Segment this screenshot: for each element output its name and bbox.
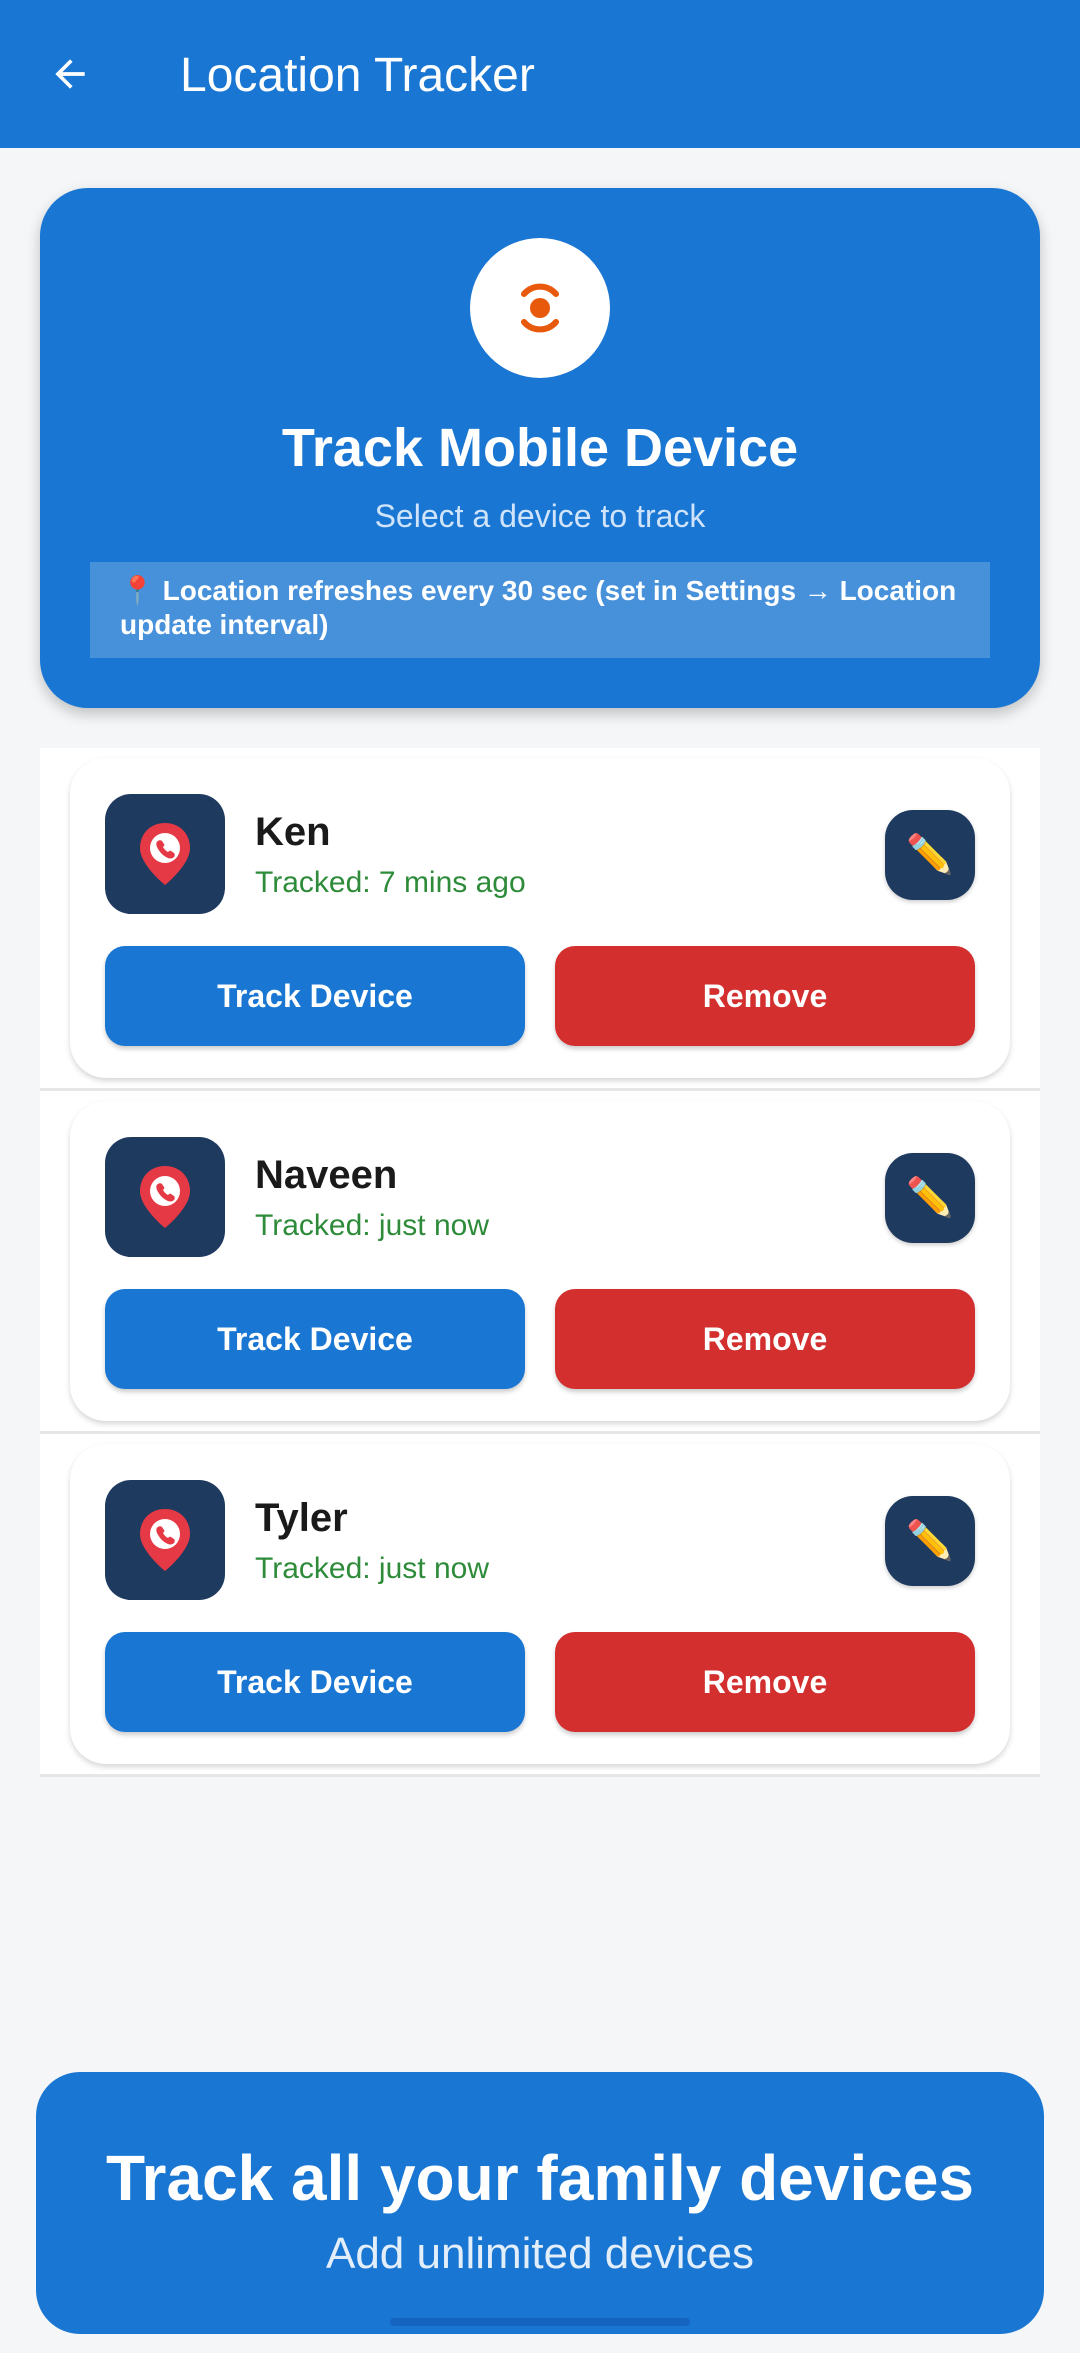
home-indicator bbox=[390, 2318, 690, 2326]
arrow-left-icon bbox=[55, 59, 85, 89]
device-avatar bbox=[105, 1480, 225, 1600]
edit-device-button[interactable]: ✏️ bbox=[885, 1153, 975, 1243]
back-button[interactable] bbox=[40, 44, 100, 104]
device-name: Naveen bbox=[255, 1153, 398, 1197]
remove-device-button[interactable]: Remove bbox=[555, 1632, 975, 1732]
device-status: Tracked: just now bbox=[255, 1209, 489, 1242]
app-bar: Location Tracker bbox=[0, 0, 1080, 148]
edit-device-button[interactable]: ✏️ bbox=[885, 810, 975, 900]
device-status: Tracked: 7 mins ago bbox=[255, 866, 526, 899]
pencil-icon: ✏️ bbox=[906, 834, 954, 876]
pencil-icon: ✏️ bbox=[906, 1177, 954, 1219]
pencil-icon: ✏️ bbox=[906, 1520, 954, 1562]
hero-title: Track Mobile Device bbox=[281, 418, 799, 478]
remove-device-button[interactable]: Remove bbox=[555, 1289, 975, 1389]
device-card: Tyler Tracked: just now ✏️ Track Device … bbox=[70, 1444, 1010, 1764]
promo-subtitle: Add unlimited devices bbox=[325, 2229, 754, 2278]
hero-icon-circle bbox=[470, 238, 610, 378]
hero-card: Track Mobile Device Select a device to t… bbox=[40, 188, 1040, 708]
list-divider bbox=[40, 1774, 1040, 1777]
track-device-button[interactable]: Track Device bbox=[105, 1289, 525, 1389]
promo-title: Track all your family devices bbox=[105, 2142, 975, 2214]
page-title: Location Tracker bbox=[180, 49, 535, 102]
track-device-button[interactable]: Track Device bbox=[105, 1632, 525, 1732]
list-divider bbox=[40, 1088, 1040, 1091]
promo-banner[interactable]: Track all your family devices Add unlimi… bbox=[36, 2072, 1044, 2334]
hero-subtitle: Select a device to track bbox=[374, 498, 706, 534]
phone-location-pin-icon bbox=[140, 1166, 190, 1228]
phone-location-pin-icon bbox=[140, 1509, 190, 1571]
target-tracking-icon bbox=[521, 283, 559, 333]
device-card: Naveen Tracked: just now ✏️ Track Device… bbox=[70, 1101, 1010, 1421]
device-status: Tracked: just now bbox=[255, 1552, 489, 1585]
device-name: Tyler bbox=[255, 1496, 348, 1540]
refresh-info-note: 📍 Location refreshes every 30 sec (set i… bbox=[90, 562, 990, 658]
list-divider bbox=[40, 1431, 1040, 1434]
device-card: Ken Tracked: 7 mins ago ✏️ Track Device … bbox=[70, 758, 1010, 1078]
edit-device-button[interactable]: ✏️ bbox=[885, 1496, 975, 1586]
phone-location-pin-icon bbox=[140, 823, 190, 885]
device-name: Ken bbox=[255, 810, 331, 854]
track-device-button[interactable]: Track Device bbox=[105, 946, 525, 1046]
remove-device-button[interactable]: Remove bbox=[555, 946, 975, 1046]
device-avatar bbox=[105, 1137, 225, 1257]
device-avatar bbox=[105, 794, 225, 914]
